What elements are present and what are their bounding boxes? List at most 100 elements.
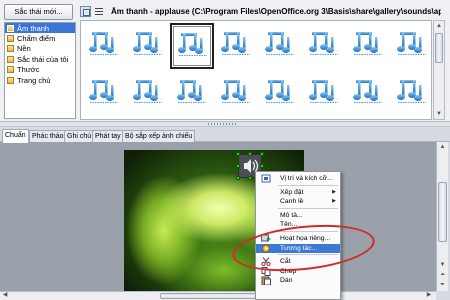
gallery-thumbnail[interactable] <box>346 71 390 117</box>
gallery-thumbnail[interactable] <box>302 71 346 117</box>
context-menu-item-label: Canh lề <box>280 198 304 206</box>
tab-notes[interactable]: Ghi chú <box>64 130 95 142</box>
gallery-thumbnail[interactable] <box>170 23 214 69</box>
context-menu-item[interactable]: Chép <box>256 266 340 276</box>
gallery-thumbnail[interactable] <box>346 23 390 69</box>
gallery-thumbnail[interactable] <box>214 23 258 69</box>
theme-folder-icon <box>7 35 14 43</box>
tab-slide-sorter[interactable]: Bộ sắp xếp ảnh chiếu <box>122 130 196 142</box>
page-down-icon[interactable]: ⏷ <box>437 280 448 290</box>
new-theme-button[interactable]: Sắc thái mới... <box>4 4 73 20</box>
workarea-horizontal-scrollbar[interactable]: ◀ ▶ <box>0 291 436 300</box>
context-menu-item[interactable]: Vị trí và kích cỡ... <box>256 174 340 183</box>
context-menu-item-label: Chép <box>280 267 297 275</box>
context-menu-item[interactable]: Tương tác... <box>256 243 340 253</box>
theme-folder-icon <box>7 45 14 53</box>
menu-separator <box>278 231 338 232</box>
gallery-splitter[interactable] <box>0 122 450 127</box>
gallery-thumbnail[interactable] <box>390 23 431 69</box>
gallery-thumbnail[interactable] <box>126 71 170 117</box>
resize-handle[interactable] <box>248 152 252 156</box>
gallery-thumbnail[interactable] <box>214 71 258 117</box>
icon-view-icon[interactable] <box>80 6 91 17</box>
menu-separator <box>278 184 338 186</box>
theme-item[interactable]: Thước <box>5 65 75 75</box>
gallery-thumbnail[interactable] <box>170 71 214 117</box>
theme-folder-icon <box>7 55 14 63</box>
tab-handout[interactable]: Phát tay <box>92 130 124 142</box>
theme-item[interactable]: Chấm điểm <box>5 33 75 43</box>
scrollbar-thumb[interactable] <box>438 182 447 242</box>
slide-work-area[interactable] <box>0 142 436 291</box>
gallery-thumbnail[interactable] <box>258 23 302 69</box>
position-size-icon <box>261 174 272 183</box>
interaction-icon <box>261 244 272 253</box>
context-menu-item-label: Mô tả... <box>280 211 303 219</box>
theme-list[interactable]: Âm thanh Chấm điểm Nền Sắc thái của tôi Thướ… <box>4 22 76 119</box>
theme-folder-icon <box>7 76 14 84</box>
context-menu-item-label: Cắt <box>280 258 291 266</box>
context-menu-item-label: Hoạt họa riêng... <box>280 235 331 242</box>
submenu-arrow-icon: ▶ <box>332 198 336 205</box>
gallery-thumbnail[interactable] <box>390 71 431 117</box>
splitter-grip <box>208 123 238 125</box>
context-menu-item[interactable]: Mô tả... <box>256 211 340 220</box>
theme-item[interactable]: Nền <box>5 44 75 54</box>
context-menu-item[interactable]: Tên... <box>256 220 340 229</box>
theme-item[interactable]: Trang chủ <box>5 75 75 85</box>
theme-folder-icon <box>7 66 14 74</box>
page-up-icon[interactable]: ⏶ <box>437 270 448 280</box>
theme-folder-icon <box>7 24 14 32</box>
theme-item-label: Chấm điểm <box>17 34 56 44</box>
theme-item-label: Nền <box>17 44 31 54</box>
gallery-thumbnail[interactable] <box>82 23 126 69</box>
context-menu-item[interactable]: Xếp đặt ▶ <box>256 188 340 197</box>
resize-handle[interactable] <box>236 152 240 156</box>
scroll-left-icon[interactable]: ◀ <box>0 291 10 300</box>
scroll-up-icon[interactable]: ▲ <box>437 142 448 152</box>
scroll-down-icon[interactable]: ▼ <box>437 260 448 270</box>
context-menu-item-label: Xếp đặt <box>280 188 304 196</box>
context-menu-item[interactable]: Dán <box>256 276 340 286</box>
theme-item-label: Trang chủ <box>17 75 51 85</box>
context-menu-item-label: Vị trí và kích cỡ... <box>280 175 333 182</box>
theme-item-label: Sắc thái của tôi <box>17 54 69 64</box>
context-menu: Vị trí và kích cỡ... Xếp đặt ▶ Canh lề ▶ Mô t… <box>255 171 341 300</box>
tab-normal[interactable]: Chuẩn <box>2 129 29 143</box>
context-menu-item-label: Tương tác... <box>280 244 318 252</box>
theme-item-label: Thước <box>17 65 40 75</box>
scrollbar-thumb[interactable] <box>435 33 443 63</box>
gallery-vertical-scrollbar[interactable]: ▲ ▼ <box>433 20 445 120</box>
gallery-item-title: Âm thanh - applause (C:\Program Files\Op… <box>111 7 441 16</box>
theme-item[interactable]: Âm thanh <box>5 23 75 34</box>
paste-icon <box>261 276 272 286</box>
context-menu-item[interactable]: Hoạt họa riêng... <box>256 234 340 243</box>
resize-handle[interactable] <box>260 164 264 168</box>
context-menu-item[interactable]: Cắt <box>256 257 340 267</box>
submenu-arrow-icon: ▶ <box>332 188 336 195</box>
gallery-thumbnail[interactable] <box>126 23 170 69</box>
scissors-icon <box>261 257 272 267</box>
scroll-up-icon[interactable]: ▲ <box>434 21 444 31</box>
resize-handle[interactable] <box>236 164 240 168</box>
menu-separator <box>278 207 338 209</box>
theme-item[interactable]: Sắc thái của tôi <box>5 54 75 64</box>
context-menu-item[interactable]: Canh lề ▶ <box>256 197 340 206</box>
workarea-vertical-scrollbar[interactable]: ▲ ▼ ⏶ ⏷ <box>436 142 448 291</box>
gallery-thumbnail[interactable] <box>82 71 126 117</box>
gallery-thumbnail[interactable] <box>258 71 302 117</box>
resize-handle[interactable] <box>236 176 240 180</box>
resize-handle[interactable] <box>260 152 264 156</box>
scroll-right-icon[interactable]: ▶ <box>424 291 434 300</box>
context-menu-item-label: Dán <box>280 277 293 285</box>
scroll-down-icon[interactable]: ▼ <box>434 109 444 119</box>
detail-view-icon[interactable] <box>94 6 105 17</box>
resize-handle[interactable] <box>248 176 252 180</box>
gallery-thumbnail-grid[interactable] <box>80 20 432 120</box>
copy-icon <box>261 266 272 276</box>
view-tab-bar: Chuẩn Phác thảo Ghi chú Phát tay Bộ sắp … <box>0 128 450 143</box>
gallery-thumbnail[interactable] <box>302 23 346 69</box>
menu-separator <box>278 254 338 256</box>
tab-outline[interactable]: Phác thảo <box>29 130 67 142</box>
context-menu-item-label: Tên... <box>280 221 298 229</box>
